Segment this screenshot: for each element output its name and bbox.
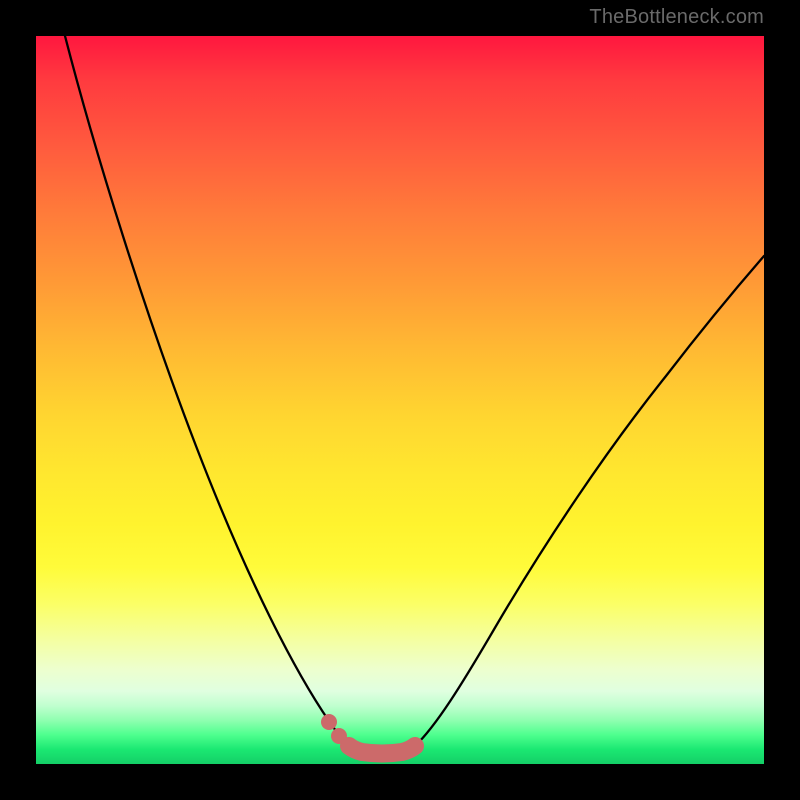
- chart-frame: TheBottleneck.com: [0, 0, 800, 800]
- curve-right: [415, 256, 764, 746]
- watermark-text: TheBottleneck.com: [589, 6, 764, 29]
- bottom-marker: [349, 746, 415, 754]
- plot-area: [36, 36, 764, 764]
- curve-layer: [36, 36, 764, 764]
- curve-left: [65, 36, 349, 746]
- marker-dot-1: [321, 714, 337, 730]
- marker-dot-2: [331, 728, 347, 744]
